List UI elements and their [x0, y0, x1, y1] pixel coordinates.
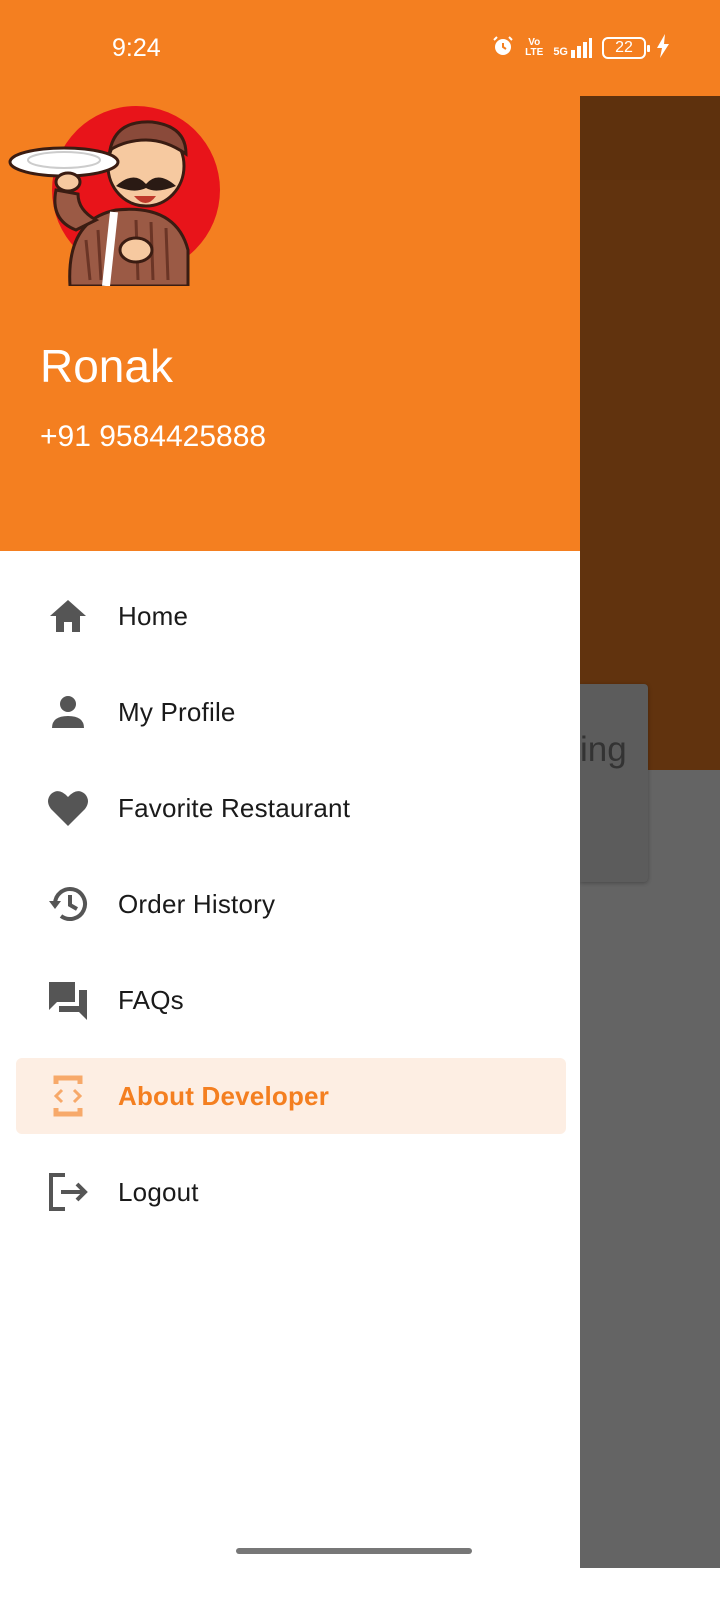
drawer-item-label: About Developer	[118, 1080, 330, 1111]
drawer-item-logout[interactable]: Logout	[0, 1144, 580, 1240]
developer-mode-icon	[44, 1072, 92, 1120]
drawer-menu: Home My Profile Favorite Restaurant Orde…	[0, 568, 580, 1240]
heart-icon	[44, 784, 92, 832]
navigation-bar	[0, 1568, 720, 1600]
drawer-item-label: Home	[118, 600, 189, 631]
drawer-item-label: FAQs	[118, 984, 184, 1015]
drawer-item-label: Logout	[118, 1176, 199, 1207]
background-card	[580, 684, 648, 882]
background-partial-text: ing	[580, 730, 627, 769]
home-icon	[44, 592, 92, 640]
history-icon	[44, 880, 92, 928]
drawer-item-label: Order History	[118, 888, 276, 919]
drawer-item-label: My Profile	[118, 696, 236, 727]
forum-icon	[44, 976, 92, 1024]
status-time: 9:24	[112, 34, 161, 62]
drawer-item-home[interactable]: Home	[0, 568, 580, 664]
volte-icon: Vo LTE	[525, 38, 543, 58]
status-bar: 9:24 Vo LTE 5G 22	[0, 0, 720, 96]
user-phone: +91 9584425888	[40, 420, 267, 453]
drawer-item-order-history[interactable]: Order History	[0, 856, 580, 952]
navigation-drawer: Ronak +91 9584425888 Home My Profile Fav…	[0, 0, 580, 1568]
gesture-handle[interactable]	[236, 1548, 472, 1554]
logout-icon	[44, 1168, 92, 1216]
background-content	[580, 180, 720, 770]
drawer-item-faqs[interactable]: FAQs	[0, 952, 580, 1048]
user-name: Ronak	[40, 340, 173, 392]
alarm-icon	[491, 34, 515, 63]
drawer-item-label: Favorite Restaurant	[118, 792, 351, 823]
background-app[interactable]: ing	[580, 0, 720, 1568]
network-type-label: 5G	[553, 46, 568, 58]
drawer-item-my-profile[interactable]: My Profile	[0, 664, 580, 760]
charging-icon	[656, 33, 670, 63]
battery-icon: 22	[602, 37, 650, 59]
volte-bottom-label: LTE	[525, 47, 544, 58]
status-icons: Vo LTE 5G 22	[491, 33, 670, 63]
drawer-item-about-developer[interactable]: About Developer	[0, 1048, 580, 1144]
person-icon	[44, 688, 92, 736]
chef-avatar-image	[6, 100, 222, 288]
drawer-item-favorite-restaurant[interactable]: Favorite Restaurant	[0, 760, 580, 856]
5g-signal-icon: 5G	[553, 38, 592, 58]
